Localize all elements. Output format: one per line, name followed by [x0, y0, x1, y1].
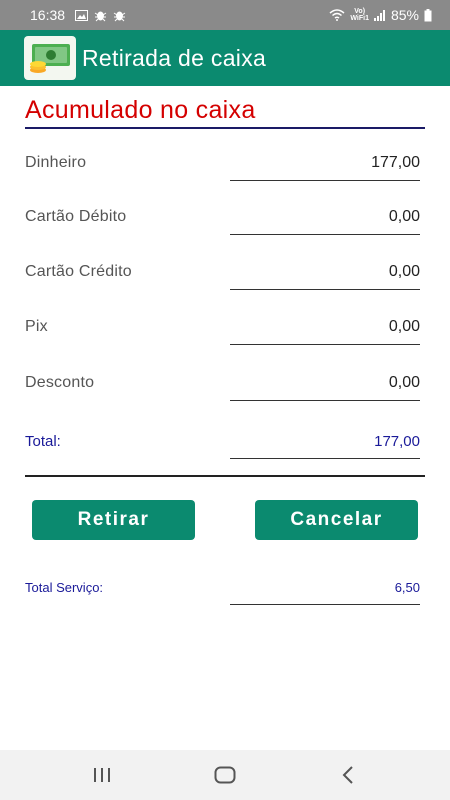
total-label: Total:: [25, 433, 61, 450]
battery-icon: [424, 8, 432, 22]
field-underline: [230, 180, 420, 181]
withdraw-button[interactable]: Retirar: [32, 500, 195, 540]
back-button[interactable]: [328, 755, 368, 795]
cancel-button[interactable]: Cancelar: [255, 500, 418, 540]
recent-apps-icon: [93, 768, 110, 782]
field-underline: [230, 344, 420, 345]
battery-percent: 85%: [390, 7, 419, 23]
service-total-value: 6,50: [394, 580, 420, 595]
section-divider: [25, 127, 425, 129]
field-underline: [230, 604, 420, 605]
bug-icon: [94, 9, 107, 22]
gallery-icon: [75, 9, 89, 21]
row-label: Pix: [25, 318, 48, 335]
wifi-icon: [329, 9, 345, 21]
back-icon: [342, 766, 354, 784]
home-icon: [214, 766, 236, 784]
total-value: 177,00: [374, 433, 420, 450]
row-label: Desconto: [25, 374, 95, 391]
bug-icon-2: [113, 9, 126, 22]
volte-bottom-text: WiFi1: [350, 15, 369, 22]
row-value-field: 0,00: [388, 208, 420, 225]
field-underline: [230, 400, 420, 401]
section-title: Acumulado no caixa: [25, 96, 256, 124]
app-title: Retirada de caixa: [82, 44, 267, 71]
status-bar: 16:38 Vo) WiFi1 85%: [0, 0, 450, 30]
field-underline: [230, 234, 420, 235]
row-label: Cartão Crédito: [25, 263, 132, 280]
signal-icon: [373, 9, 386, 21]
volte-icon: Vo) WiFi1: [350, 8, 369, 22]
row-label: Cartão Débito: [25, 208, 127, 225]
home-button[interactable]: [205, 755, 245, 795]
row-value-field: 0,00: [388, 263, 420, 280]
recent-apps-button[interactable]: [82, 755, 122, 795]
row-value-field: 177,00: [371, 154, 420, 171]
row-value-field: 0,00: [388, 318, 420, 335]
field-underline: [230, 458, 420, 459]
row-value-field: 0,00: [388, 374, 420, 391]
service-total-label: Total Serviço:: [25, 580, 104, 595]
row-label: Dinheiro: [25, 154, 87, 171]
divider: [25, 475, 425, 477]
status-time: 16:38: [30, 7, 66, 23]
app-bar: Retirada de caixa: [0, 30, 450, 86]
field-underline: [230, 289, 420, 290]
money-icon: [24, 36, 76, 80]
volte-top-text: Vo): [354, 8, 366, 15]
system-nav-bar: [0, 750, 450, 800]
